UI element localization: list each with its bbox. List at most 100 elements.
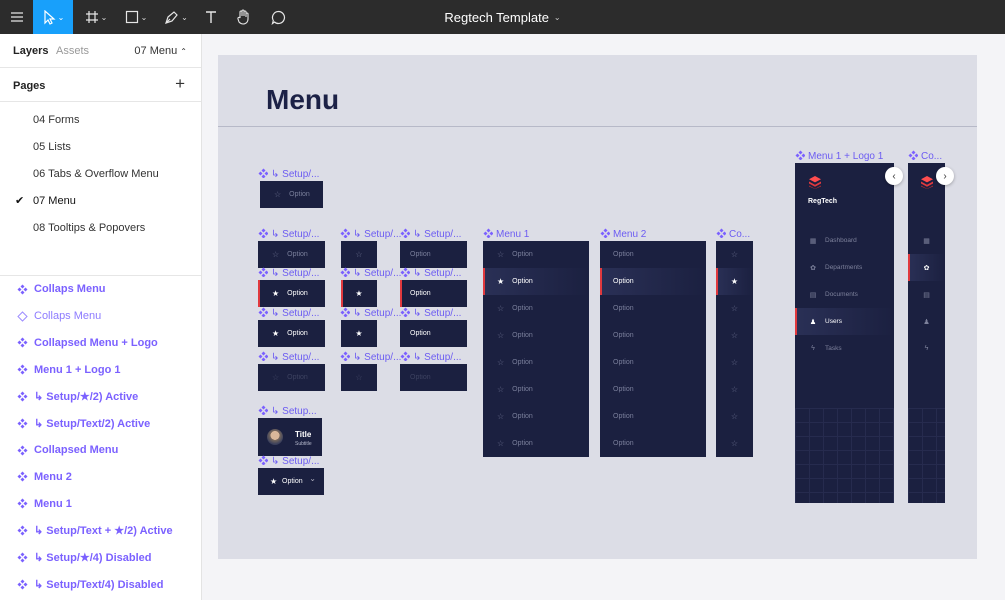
- menu-item[interactable]: Option: [600, 376, 706, 403]
- menu-item[interactable]: ☆: [716, 349, 753, 376]
- current-page-selector[interactable]: 07 Menu ⌃: [134, 45, 187, 57]
- component-label[interactable]: ↳ Setup/...: [258, 351, 319, 363]
- menu-item[interactable]: Option: [600, 268, 706, 295]
- chevron-left-icon[interactable]: ‹: [885, 167, 903, 185]
- file-title[interactable]: Regtech Template ⌄: [0, 0, 1005, 34]
- menu-item-label: Option: [613, 332, 634, 339]
- component-label[interactable]: Co...: [716, 228, 750, 240]
- menu-item[interactable]: ☆ Option: [483, 295, 589, 322]
- menu-item[interactable]: ☆: [716, 295, 753, 322]
- option-star-only[interactable]: ☆: [341, 364, 377, 391]
- nav-item[interactable]: ♟: [908, 308, 945, 335]
- component-label[interactable]: ↳ Setup/...: [400, 307, 461, 319]
- title-card[interactable]: Title Subtitle: [258, 418, 322, 456]
- menu-item[interactable]: Option: [600, 349, 706, 376]
- layer-item[interactable]: Menu 2: [0, 464, 201, 491]
- component-label[interactable]: ↳ Setup/...: [340, 351, 401, 363]
- tab-layers[interactable]: Layers: [13, 45, 48, 57]
- layer-item[interactable]: Collapsed Menu: [0, 437, 201, 464]
- current-page-label[interactable]: 07 Menu: [134, 45, 177, 57]
- file-title-text[interactable]: Regtech Template: [444, 10, 549, 25]
- nav-item[interactable]: ✿ Departments: [795, 254, 894, 281]
- option-star-only[interactable]: ★: [341, 320, 377, 347]
- menu-item[interactable]: ☆ Option: [483, 403, 589, 430]
- page-item[interactable]: 05 Lists: [0, 134, 201, 161]
- page-item[interactable]: 06 Tabs & Overflow Menu: [0, 161, 201, 188]
- component-label[interactable]: Co...: [908, 150, 942, 162]
- component-label[interactable]: ↳ Setup/...: [400, 228, 461, 240]
- option-text-only[interactable]: Option: [400, 241, 467, 268]
- component-label[interactable]: ↳ Setup...: [258, 405, 317, 417]
- nav-item[interactable]: ▦ Dashboard: [795, 227, 894, 254]
- menu-item[interactable]: Option: [600, 403, 706, 430]
- component-label[interactable]: ↳ Setup/...: [258, 307, 319, 319]
- menu-item[interactable]: ★: [716, 268, 753, 295]
- dropdown-option[interactable]: ★ Option ⌄: [258, 468, 324, 495]
- nav-item[interactable]: ϟ: [908, 335, 945, 362]
- option-text-only[interactable]: Option: [400, 280, 467, 307]
- menu-item[interactable]: ☆ Option: [483, 322, 589, 349]
- nav-item[interactable]: ▦: [908, 227, 945, 254]
- menu-item[interactable]: ☆ Option: [483, 430, 589, 457]
- layer-item[interactable]: Collaps Menu: [0, 276, 201, 303]
- nav-item[interactable]: ▤ Documents: [795, 281, 894, 308]
- option-text-star-focused[interactable]: ★ Option: [258, 320, 325, 347]
- tab-assets[interactable]: Assets: [56, 45, 89, 57]
- component-label[interactable]: ↳ Setup/...: [258, 267, 319, 279]
- component-label[interactable]: Menu 1: [483, 228, 529, 240]
- component-label[interactable]: ↳ Setup/...: [340, 307, 401, 319]
- menu-item[interactable]: Option: [600, 295, 706, 322]
- menu-item[interactable]: Option: [600, 430, 706, 457]
- option-row: Option: [400, 241, 467, 268]
- menu-option[interactable]: ☆ Option: [258, 241, 325, 268]
- page-item[interactable]: ✔ 07 Menu: [0, 188, 201, 215]
- frame-divider: [218, 126, 977, 127]
- page-item[interactable]: 08 Tooltips & Popovers: [0, 215, 201, 242]
- component-label[interactable]: Menu 2: [600, 228, 646, 240]
- add-page-icon[interactable]: +: [175, 74, 185, 94]
- menu-item[interactable]: ☆ Option: [483, 241, 589, 268]
- layer-item[interactable]: ↳ Setup/★/2) Active: [0, 383, 201, 410]
- logo-icon: [921, 176, 933, 191]
- component-label[interactable]: ↳ Setup/...: [258, 168, 319, 180]
- option-star-only[interactable]: ☆: [341, 241, 377, 268]
- option-text-only[interactable]: Option: [400, 364, 467, 391]
- option-text-star-default[interactable]: ☆ Option: [260, 181, 323, 208]
- menu-item[interactable]: ☆ Option: [483, 376, 589, 403]
- option-star-only[interactable]: ★: [341, 280, 377, 307]
- menu-item[interactable]: ☆: [716, 430, 753, 457]
- layer-item[interactable]: ↳ Setup/Text + ★/2) Active: [0, 517, 201, 544]
- component-label[interactable]: Menu 1 + Logo 1: [795, 150, 883, 162]
- menu-item[interactable]: ☆: [716, 322, 753, 349]
- menu-item[interactable]: ☆: [716, 241, 753, 268]
- nav-item[interactable]: ϟ Tasks: [795, 335, 894, 362]
- layer-item[interactable]: Menu 1: [0, 490, 201, 517]
- nav-item[interactable]: ▤: [908, 281, 945, 308]
- nav-item[interactable]: ✿: [908, 254, 945, 281]
- menu-item[interactable]: Option: [600, 322, 706, 349]
- layer-item[interactable]: ↳ Setup/Text/4) Disabled: [0, 571, 201, 598]
- component-label[interactable]: ↳ Setup/...: [340, 267, 401, 279]
- layer-item[interactable]: Collapsed Menu + Logo: [0, 330, 201, 357]
- chevron-right-icon[interactable]: ›: [936, 167, 954, 185]
- component-label[interactable]: ↳ Setup/...: [258, 228, 319, 240]
- menu-item[interactable]: ★ Option: [483, 268, 589, 295]
- menu-item[interactable]: ☆: [716, 376, 753, 403]
- menu-item[interactable]: Option: [600, 241, 706, 268]
- layer-item[interactable]: ↳ Setup/★/4) Disabled: [0, 544, 201, 571]
- menu-item[interactable]: ☆: [716, 403, 753, 430]
- option-row: ★ Option: [258, 320, 325, 347]
- option-text-only[interactable]: Option: [400, 320, 467, 347]
- menu-item[interactable]: ☆ Option: [483, 349, 589, 376]
- component-label[interactable]: ↳ Setup/...: [258, 455, 319, 467]
- layer-item[interactable]: Collaps Menu: [0, 303, 201, 330]
- layer-item[interactable]: ↳ Setup/Text/2) Active: [0, 410, 201, 437]
- layer-item[interactable]: Menu 1 + Logo 1: [0, 356, 201, 383]
- option-text-star-active[interactable]: ★ Option: [258, 280, 325, 307]
- page-item[interactable]: 04 Forms: [0, 107, 201, 134]
- component-label[interactable]: ↳ Setup/...: [340, 228, 401, 240]
- component-label[interactable]: ↳ Setup/...: [400, 351, 461, 363]
- option-text-star-disabled[interactable]: ☆ Option: [258, 364, 325, 391]
- nav-item[interactable]: ♟ Users: [795, 308, 894, 335]
- component-label[interactable]: ↳ Setup/...: [400, 267, 461, 279]
